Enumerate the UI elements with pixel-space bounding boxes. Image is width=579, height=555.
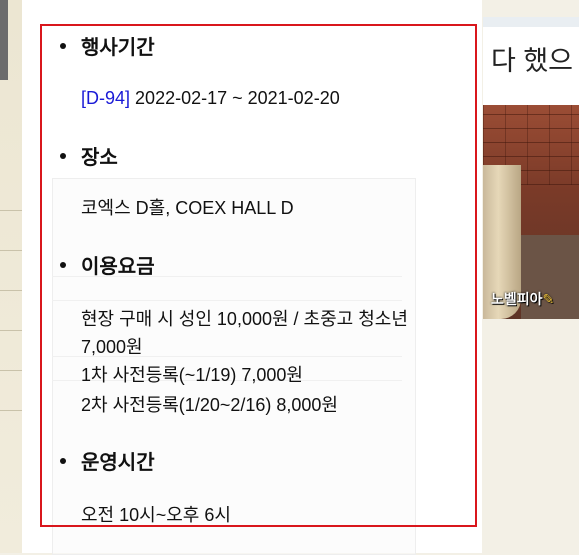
list-bullet: [60, 153, 66, 159]
period-text: [D-94] 2022-02-17 ~ 2021-02-20: [81, 86, 340, 110]
list-bullet: [60, 458, 66, 464]
hours-text: 오전 10시~오후 6시: [81, 505, 231, 525]
sidebar-divider: [0, 290, 22, 291]
logo-text: 노벨피아: [491, 292, 543, 308]
left-sidebar-edge: [0, 0, 23, 553]
ad-illustration: [483, 105, 579, 319]
dday-link[interactable]: [D-94]: [81, 88, 130, 108]
sidebar-divider: [0, 210, 22, 211]
hours-heading: 운영시간: [81, 450, 155, 474]
fees-line: 1차 사전등록(~1/19) 7,000원: [81, 365, 303, 385]
period-heading: 행사기간: [81, 35, 155, 59]
sidebar-divider: [0, 330, 22, 331]
sidebar-divider: [0, 370, 22, 371]
venue-heading: 장소: [81, 145, 118, 169]
fees-line: 현장 구매 시 성인 10,000원 / 초중고 청소년: [81, 309, 408, 329]
novelpia-logo: 노벨피아✎: [491, 289, 554, 309]
side-ad-banner[interactable]: 다 했으 노벨피아✎: [483, 17, 579, 319]
fees-line: 7,000원: [81, 337, 143, 357]
list-bullet: [60, 43, 66, 49]
sidebar-dark-block: [0, 0, 8, 80]
sidebar-divider: [0, 410, 22, 411]
ad-caption: 다 했으: [491, 46, 574, 76]
fees-line: 2차 사전등록(1/20~2/16) 8,000원: [81, 395, 338, 415]
period-dates: 2022-02-17 ~ 2021-02-20: [135, 88, 340, 108]
feather-icon: ✎: [542, 292, 555, 308]
venue-text: 코엑스 D홀, COEX HALL D: [81, 198, 294, 218]
event-info-highlight-box: 행사기간 [D-94] 2022-02-17 ~ 2021-02-20 장소 코…: [40, 24, 477, 527]
ad-top-strip: [483, 17, 579, 27]
fees-heading: 이용요금: [81, 254, 155, 278]
list-bullet: [60, 262, 66, 268]
sidebar-divider: [0, 250, 22, 251]
